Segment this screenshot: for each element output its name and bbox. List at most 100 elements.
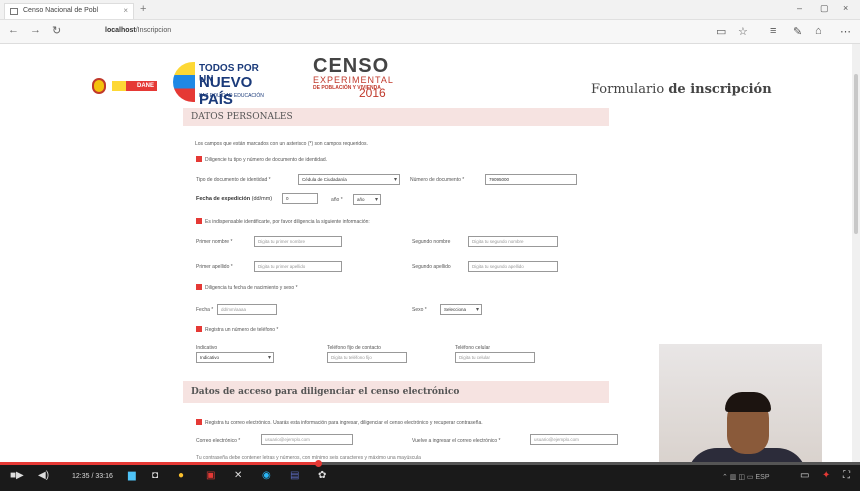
video-progress-bar[interactable] [0, 460, 860, 467]
file-explorer-icon[interactable]: ▆ [128, 470, 136, 481]
store-icon[interactable]: ◘ [152, 470, 158, 481]
doc-number-input[interactable]: 79095000 [485, 174, 577, 185]
year-label: año * [331, 197, 343, 203]
doc-instruction-icon [196, 156, 202, 162]
web-note-icon[interactable]: ✎ [793, 25, 802, 38]
year-select[interactable]: año [353, 194, 381, 205]
video-timecode: 12:35 / 33:16 [72, 473, 113, 480]
tray-icons: ⌃ ▥ ◫ ▭ ESP [722, 474, 770, 481]
address-bar: ← → ↻ localhost/Inscripcion ▭ ☆ ≡ ✎ ⌂ ⋯ [0, 20, 860, 44]
email-confirm-label: Vuelve a ingresar el correo electrónico … [412, 438, 501, 444]
page-favicon-icon [10, 8, 18, 15]
second-name-label: Segundo nombre [412, 239, 451, 245]
email-instruction-icon [196, 419, 202, 425]
indicativo-label: Indicativo [196, 345, 218, 351]
nuevo-pais-line2: NUEVO PAÍS [199, 74, 253, 108]
doc-number-label: Número de documento * [410, 177, 465, 183]
browser-titlebar: Censo Nacional de Pobl × + – ▢ × [0, 0, 860, 20]
app-icon[interactable]: ▣ [206, 470, 215, 481]
url-path: /Inscripcion [135, 27, 172, 34]
identify-instruction-icon [196, 218, 202, 224]
tab-close-icon[interactable]: × [123, 6, 128, 15]
exp-date-input[interactable]: 0 [282, 193, 318, 204]
exp-date-hint: (dd/mm) [251, 196, 273, 202]
first-name-input[interactable]: Digita tu primer nombre [254, 236, 342, 247]
page-title-bold: de inscripción [668, 82, 772, 97]
second-name-input[interactable]: Digita tu segundo nombre [468, 236, 558, 247]
back-button[interactable]: ← [8, 24, 19, 36]
app2-icon[interactable]: ✕ [234, 470, 242, 481]
dane-logo: DANE [112, 81, 157, 91]
section-personal-data: DATOS PERSONALES [183, 108, 609, 126]
nuevo-pais-logo: TODOS POR UN NUEVO PAÍS PAZ EQUIDAD EDUC… [173, 60, 273, 108]
phone-instruction: Registra un número de teléfono * [205, 327, 279, 333]
browser-tab[interactable]: Censo Nacional de Pobl × [4, 3, 134, 19]
doc-type-select[interactable]: Cédula de Ciudadanía [298, 174, 400, 185]
birth-instruction: Diligencia tu fecha de nacimiento y sexo… [205, 285, 298, 291]
first-name-label: Primer nombre * [196, 239, 233, 245]
required-note: Los campos que están marcados con un ast… [195, 141, 368, 147]
expand-icon[interactable]: ⛶ [843, 470, 850, 481]
nuevo-pais-swoosh-icon [173, 62, 195, 102]
page-title: Formulario de inscripción [591, 82, 772, 97]
landline-input[interactable]: Digita tu teléfono fijo [327, 352, 407, 363]
exp-date-label-text: Fecha de expedición [196, 196, 251, 202]
sex-label: Sexo * [412, 307, 427, 313]
volume-icon[interactable]: ◀) [38, 470, 49, 481]
settings-icon[interactable]: ✿ [318, 470, 326, 481]
password-note: Tu contraseña debe contener letras y núm… [196, 455, 421, 461]
first-surname-input[interactable]: Digita tu primer apellido [254, 261, 342, 272]
doc-type-label: Tipo de documento de identidad * [196, 177, 271, 183]
refresh-button[interactable]: ↻ [52, 24, 61, 37]
new-tab-button[interactable]: + [140, 3, 146, 15]
favorite-star-icon[interactable]: ☆ [738, 25, 748, 38]
colombia-shield-logo [92, 78, 106, 94]
dane-logo-text: DANE [136, 83, 154, 89]
identify-instruction: Es indispensable identificarte, por favo… [205, 219, 370, 225]
tab-title: Censo Nacional de Pobl [23, 7, 99, 14]
time-total: 33:16 [95, 473, 113, 480]
sex-select[interactable]: Selecciona [440, 304, 482, 315]
nuevo-pais-line3: PAZ EQUIDAD EDUCACIÓN [199, 93, 264, 99]
scrollbar-thumb[interactable] [854, 74, 858, 234]
chrome-icon[interactable]: ● [178, 470, 184, 481]
play-icon[interactable]: ■▶ [10, 470, 24, 481]
page-scrollbar[interactable] [852, 44, 860, 464]
close-window-button[interactable]: × [843, 3, 848, 13]
email-input[interactable]: usuario@ejemplo.com [261, 434, 353, 445]
url-field[interactable]: localhost/Inscripcion [105, 27, 171, 34]
mobile-label: Teléfono celular [455, 345, 491, 351]
reading-view-icon[interactable]: ▭ [716, 25, 726, 38]
hub-icon[interactable]: ≡ [770, 25, 776, 37]
email-instruction: Registra tu correo electrónico. Usarás e… [205, 420, 483, 426]
minimize-button[interactable]: – [797, 3, 802, 13]
censo-year: 2016 [359, 86, 386, 100]
phone-instruction-icon [196, 326, 202, 332]
more-icon[interactable]: ⋯ [840, 25, 851, 38]
landline-label: Teléfono fijo de contacto [327, 345, 381, 351]
second-surname-label: Segundo apellido [412, 264, 451, 270]
indicativo-select[interactable]: Indicativo [196, 352, 274, 363]
app3-icon[interactable]: ▤ [290, 470, 299, 481]
doc-instruction: Diligencie tu tipo y número de documento… [205, 157, 328, 163]
mobile-input[interactable]: Digita tu celular [455, 352, 535, 363]
second-surname-input[interactable]: Digita tu segundo apellido [468, 261, 558, 272]
url-host: localhost [105, 27, 136, 34]
email-confirm-input[interactable]: usuario@ejemplo.com [530, 434, 618, 445]
birth-instruction-icon [196, 284, 202, 290]
email-label: Correo electrónico * [196, 438, 241, 444]
time-current: 12:35 [72, 473, 90, 480]
maximize-button[interactable]: ▢ [820, 3, 829, 14]
edge-icon[interactable]: ◉ [262, 470, 271, 481]
censo-subtitle: EXPERIMENTAL [313, 75, 394, 85]
settings-gear-icon[interactable]: ✦ [822, 470, 830, 481]
censo-logo: CENSO EXPERIMENTAL DE POBLACIÓN Y VIVIEN… [313, 55, 393, 105]
webcam-overlay [659, 344, 822, 464]
fullscreen-icon[interactable]: ▭ [800, 470, 809, 481]
date-input[interactable]: dd/mm/aaaa [217, 304, 277, 315]
section-access-data: Datos de acceso para diligenciar el cens… [183, 381, 609, 403]
exp-date-label: Fecha de expedición (dd/mm) [196, 196, 272, 202]
forward-button[interactable]: → [30, 24, 41, 36]
first-surname-label: Primer apellido * [196, 264, 233, 270]
share-icon[interactable]: ⌂ [815, 25, 822, 37]
